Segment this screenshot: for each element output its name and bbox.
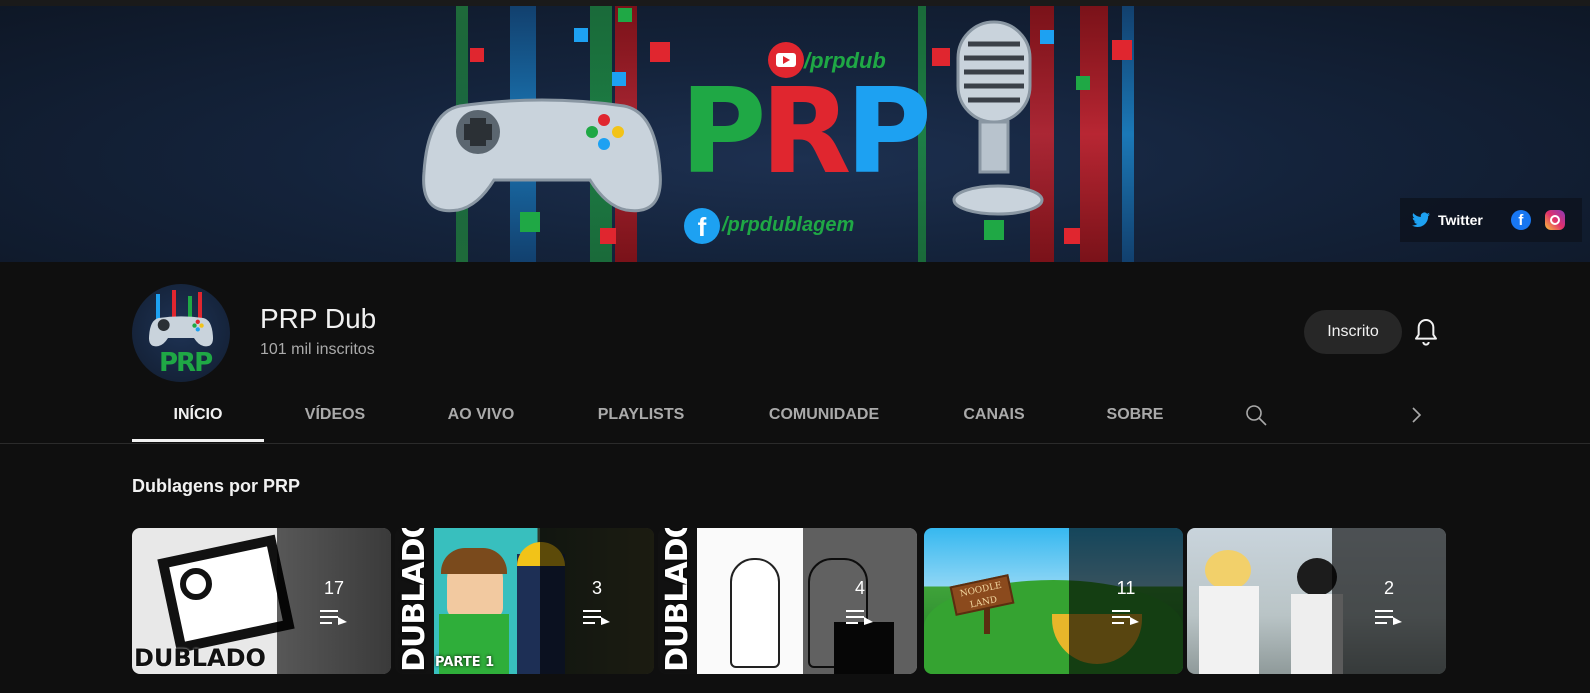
tab-sobre[interactable]: SOBRE: [1092, 392, 1178, 442]
playlist-overlay: 3: [540, 528, 654, 674]
channel-name: PRP Dub: [260, 303, 377, 334]
banner-cube: [1112, 40, 1132, 60]
tab-canais[interactable]: CANAIS: [942, 392, 1046, 442]
playlist-icon: [320, 609, 347, 625]
playlist-icon: [583, 609, 610, 625]
facebook-handle: /prpdublagem: [722, 214, 855, 236]
thumb-drawing: [157, 534, 295, 654]
search-icon[interactable]: [1244, 403, 1268, 427]
tab-playlists[interactable]: PLAYLISTS: [578, 392, 704, 442]
banner-cube: [650, 42, 670, 62]
avatar-gamepad-icon: [148, 316, 214, 347]
logo-letter-p: P: [680, 62, 767, 200]
tab-ao-vivo[interactable]: AO VIVO: [422, 392, 540, 442]
banner-cube: [470, 48, 484, 62]
playlist-icon: [1112, 609, 1139, 625]
playlist-card[interactable]: NOODLE LAND 11: [924, 528, 1183, 674]
facebook-icon: f: [684, 208, 720, 244]
banner-cube: [1064, 228, 1080, 244]
playlist-card[interactable]: DUBLADO 17: [132, 528, 391, 674]
thumb-label: DUBLADO: [134, 644, 266, 672]
playlist-card[interactable]: DUBLADO 4: [658, 528, 917, 674]
channel-banner: /prpdub PRP f /prpdublagem Twitter f: [0, 6, 1590, 262]
banner-cube: [618, 8, 632, 22]
playlist-card[interactable]: DUBLADO PARTE 1 3: [395, 528, 654, 674]
banner-strip: [1080, 6, 1108, 262]
banner-cube: [574, 28, 588, 42]
subscribed-button[interactable]: Inscrito: [1304, 310, 1402, 354]
banner-cube: [932, 48, 950, 66]
subscriber-count: 101 mil inscritos: [260, 341, 375, 358]
tabs-divider: [0, 443, 1590, 444]
banner-logo: PRP: [680, 72, 932, 190]
tab-inicio[interactable]: INÍCIO: [132, 392, 264, 442]
twitter-link[interactable]: Twitter: [1438, 212, 1483, 228]
playlist-count: 11: [1116, 577, 1136, 598]
playlist-card[interactable]: 2: [1187, 528, 1446, 674]
playlist-count: 4: [854, 577, 865, 598]
thumb-label: DUBLADO: [660, 528, 695, 672]
bell-icon[interactable]: [1410, 316, 1442, 348]
banner-cube: [612, 72, 626, 86]
playlist-count: 2: [1383, 577, 1394, 598]
channel-avatar[interactable]: PRP: [132, 284, 230, 382]
logo-letter-r: R: [760, 62, 851, 200]
playlist-overlay: 4: [803, 528, 917, 674]
logo-letter-p2: P: [845, 62, 932, 200]
playlist-overlay: 11: [1069, 528, 1183, 674]
twitter-icon[interactable]: [1412, 212, 1430, 228]
playlist-count: 3: [591, 577, 602, 598]
gamepad-icon: [422, 98, 662, 213]
instagram-link-icon[interactable]: [1544, 210, 1565, 230]
playlist-overlay: 2: [1332, 528, 1446, 674]
microphone-icon: [952, 20, 1044, 216]
thumb-label: DUBLADO: [397, 528, 432, 672]
avatar-logo-text: PRP: [159, 348, 213, 378]
banner-cube: [600, 228, 616, 244]
banner-cube: [1076, 76, 1090, 90]
tab-videos[interactable]: VÍDEOS: [280, 392, 390, 442]
playlist-count: 17: [323, 577, 345, 598]
playlist-icon: [1375, 609, 1402, 625]
thumb-character: [730, 558, 780, 668]
shelf-title: Dublagens por PRP: [132, 476, 301, 496]
tab-comunidade[interactable]: COMUNIDADE: [752, 392, 896, 442]
facebook-link-icon[interactable]: f: [1510, 210, 1531, 230]
playlist-overlay: 17: [277, 528, 391, 674]
thumb-character: [1205, 550, 1251, 590]
chevron-right-icon[interactable]: [1404, 403, 1428, 427]
thumb-sublabel: PARTE 1: [435, 655, 495, 670]
banner-social-links: Twitter f: [1400, 198, 1582, 242]
playlist-icon: [846, 609, 873, 625]
